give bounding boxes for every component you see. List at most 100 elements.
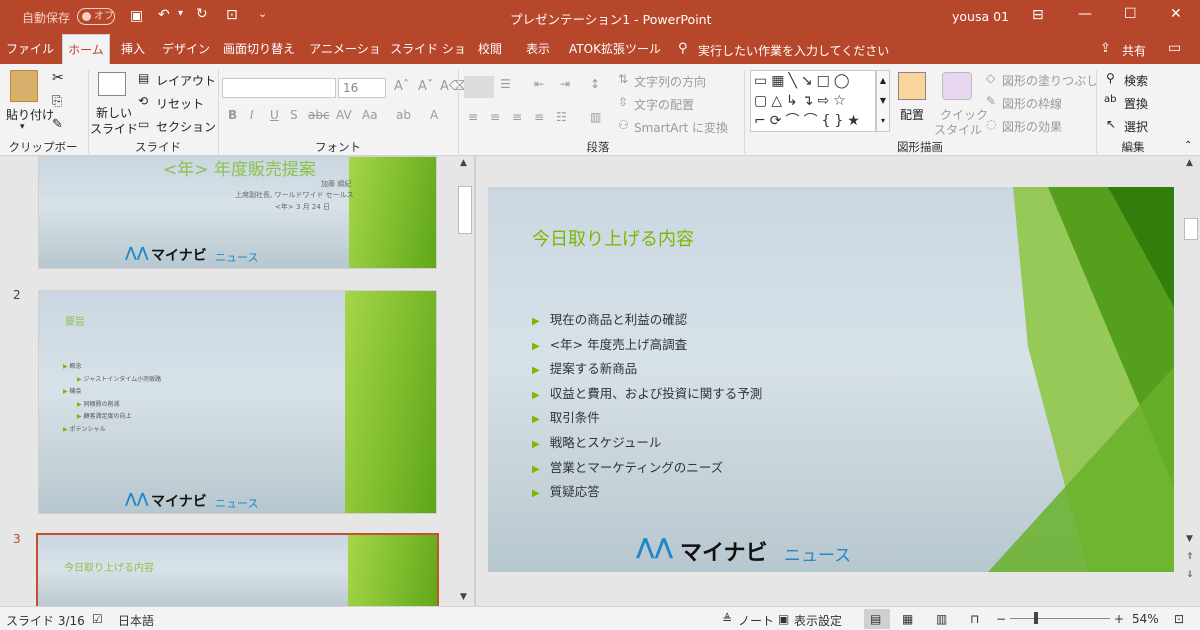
italic-icon[interactable]: I xyxy=(250,108,254,122)
zoom-slider[interactable] xyxy=(1010,618,1110,619)
tab-file[interactable]: ファイル xyxy=(4,34,56,64)
paste-dropdown-icon[interactable]: ▾ xyxy=(20,122,25,132)
tab-atok[interactable]: ATOK拡張ツール xyxy=(566,34,664,64)
notes-button[interactable]: ノート xyxy=(738,612,774,629)
slide-bullets[interactable]: ▶ 現在の商品と利益の確認 ▶ <年> 年度売上げ高調査 ▶ 提案する新商品 ▶ 収益と… xyxy=(532,309,762,506)
tab-insert[interactable]: 挿入 xyxy=(114,34,152,64)
paste-icon[interactable] xyxy=(10,70,38,102)
slide-title[interactable]: 今日取り上げる内容 xyxy=(532,225,694,251)
shape-outline-button[interactable]: 図形の枠線 xyxy=(1002,95,1062,112)
strike-icon[interactable]: abc xyxy=(308,108,330,122)
undo-dropdown-icon[interactable]: ▾ xyxy=(178,8,183,19)
zoom-in-icon[interactable]: + xyxy=(1114,612,1124,626)
tell-me-box[interactable]: 実行したい作業を入力してください xyxy=(698,42,889,59)
maximize-icon[interactable]: ☐ xyxy=(1124,6,1137,22)
bullets-icon[interactable] xyxy=(464,76,494,98)
comments-icon[interactable]: ▭ xyxy=(1168,40,1181,56)
redo-icon[interactable]: ↻ xyxy=(196,6,208,22)
distribute-icon[interactable]: ☷ xyxy=(556,110,567,124)
align-text-button[interactable]: 文字の配置 xyxy=(634,96,694,113)
line-spacing-icon[interactable]: ↕ xyxy=(590,77,600,91)
arrange-button[interactable]: 配置 xyxy=(900,106,924,123)
zoom-level[interactable]: 54% xyxy=(1132,612,1159,626)
slide-sorter-icon[interactable]: ▦ xyxy=(902,612,913,626)
numbering-icon[interactable]: ☰ xyxy=(500,77,511,91)
arrange-icon[interactable] xyxy=(898,72,926,100)
fit-to-window-icon[interactable]: ⊡ xyxy=(1174,612,1184,626)
language-indicator[interactable]: 日本語 xyxy=(118,612,154,629)
thumbnail-scrollbar[interactable]: ▲ ▼ xyxy=(456,156,474,606)
quick-style-icon[interactable] xyxy=(942,72,972,100)
normal-view-icon[interactable]: ▤ xyxy=(870,612,881,626)
autosave-toggle[interactable]: オフ xyxy=(77,8,115,25)
case-icon[interactable]: Aa xyxy=(362,108,378,122)
tab-view[interactable]: 表示 xyxy=(520,34,556,64)
presentation-icon[interactable]: ⊡ xyxy=(226,7,238,23)
next-slide-icon[interactable]: ⇓ xyxy=(1186,570,1194,580)
layout-button[interactable]: レイアウト xyxy=(156,72,216,89)
columns-icon[interactable]: ▥ xyxy=(590,110,601,124)
cut-icon[interactable]: ✂ xyxy=(52,70,64,86)
share-button[interactable]: 共有 xyxy=(1122,42,1146,59)
new-slide-label-2[interactable]: スライド xyxy=(90,120,138,137)
highlight-icon[interactable]: ab xyxy=(396,108,411,122)
scroll-up-icon[interactable]: ▲ xyxy=(460,158,467,168)
tab-review[interactable]: 校閲 xyxy=(472,34,508,64)
scroll-down-icon[interactable]: ▼ xyxy=(1186,534,1193,544)
minimize-icon[interactable]: — xyxy=(1078,6,1092,22)
section-button[interactable]: セクション xyxy=(156,118,216,135)
shape-fill-button[interactable]: 図形の塗りつぶし xyxy=(1002,72,1098,89)
slideshow-view-icon[interactable]: ⊓ xyxy=(970,612,979,626)
gallery-scroll[interactable]: ▲ ▼ ▾ xyxy=(876,70,890,132)
scroll-down-icon[interactable]: ▼ xyxy=(460,592,467,602)
ribbon-display-icon[interactable]: ⊟ xyxy=(1032,7,1044,23)
tab-home[interactable]: ホーム xyxy=(62,34,110,64)
slide-thumbnail-3-selected[interactable]: 今日取り上げる内容 xyxy=(36,533,439,606)
previous-slide-icon[interactable]: ⇑ xyxy=(1186,552,1194,562)
new-slide-label-1[interactable]: 新しい xyxy=(96,104,132,121)
reset-button[interactable]: リセット xyxy=(156,95,204,112)
justify-icon[interactable]: ≡ xyxy=(534,110,544,124)
qat-customize-icon[interactable]: ⌄ xyxy=(258,7,267,20)
format-painter-icon[interactable]: ✎ xyxy=(52,117,63,132)
zoom-slider-thumb[interactable] xyxy=(1034,612,1038,624)
spacing-icon[interactable]: AV xyxy=(336,108,352,122)
font-color-icon[interactable]: A xyxy=(430,108,438,122)
tab-transitions[interactable]: 画面切り替え xyxy=(220,34,298,64)
main-slide[interactable]: 今日取り上げる内容 ▶ 現在の商品と利益の確認 ▶ <年> 年度売上げ高調査 ▶ 提案… xyxy=(488,187,1174,572)
shrink-font-icon[interactable]: Aˇ xyxy=(418,79,433,94)
align-left-icon[interactable]: ≡ xyxy=(468,110,478,124)
reading-view-icon[interactable]: ▥ xyxy=(936,612,947,626)
select-button[interactable]: 選択 xyxy=(1124,118,1148,135)
find-button[interactable]: 検索 xyxy=(1124,72,1148,89)
collapse-ribbon-icon[interactable]: ⌃ xyxy=(1184,140,1192,151)
scroll-thumb[interactable] xyxy=(458,186,472,234)
font-name-input[interactable] xyxy=(222,78,336,98)
shapes-gallery[interactable]: ▭▦╲↘□◯ ▢△↳↴⇨☆ ⌐⟳⌒⌒{}★ xyxy=(750,70,876,132)
scroll-thumb[interactable] xyxy=(1184,218,1198,240)
increase-indent-icon[interactable]: ⇥ xyxy=(560,77,570,91)
slide-thumbnail-1[interactable]: <年> 年度販売提案 加藤 順紀 上席副社長, ワールドワイド セールス <年>… xyxy=(38,156,437,269)
grow-font-icon[interactable]: Aˆ xyxy=(394,79,409,94)
close-icon[interactable]: ✕ xyxy=(1170,6,1182,22)
slide-thumbnail-2[interactable]: 要旨 ▶ 概念 ▶ ジャストインタイム小売販路 ▶ 機会 ▶ 同梱費の削減 ▶ … xyxy=(38,290,437,514)
underline-icon[interactable]: U xyxy=(270,108,279,122)
tab-animations[interactable]: アニメーション xyxy=(306,34,384,86)
user-name[interactable]: yousa 01 xyxy=(952,9,1009,24)
copy-icon[interactable]: ⎘ xyxy=(52,94,62,109)
replace-button[interactable]: 置換 xyxy=(1124,95,1148,112)
align-center-icon[interactable]: ≡ xyxy=(490,110,500,124)
bold-icon[interactable]: B xyxy=(228,108,237,122)
display-settings-button[interactable]: 表示設定 xyxy=(794,612,842,629)
decrease-indent-icon[interactable]: ⇤ xyxy=(534,77,544,91)
font-size-input[interactable]: 16 xyxy=(338,78,386,98)
zoom-out-icon[interactable]: − xyxy=(996,612,1006,626)
shadow-icon[interactable]: S xyxy=(290,108,298,122)
text-direction-button[interactable]: 文字列の方向 xyxy=(634,73,706,90)
spellcheck-icon[interactable]: ☑ xyxy=(92,612,103,626)
tab-slideshow[interactable]: スライド ショー xyxy=(390,34,466,86)
undo-icon[interactable]: ↶ xyxy=(158,7,170,23)
shape-effects-button[interactable]: 図形の効果 xyxy=(1002,118,1062,135)
tab-design[interactable]: デザイン xyxy=(160,34,212,64)
new-slide-icon[interactable] xyxy=(98,72,126,96)
